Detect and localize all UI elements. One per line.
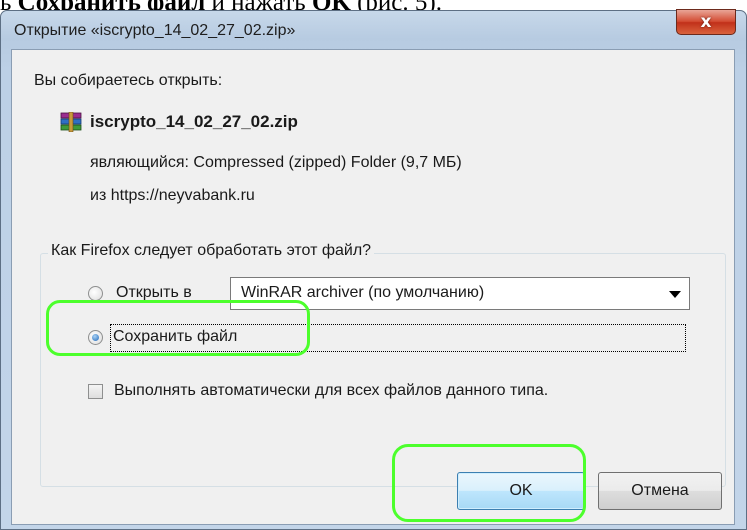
chevron-down-icon[interactable] [669,291,681,298]
window-title: Открытие «iscrypto_14_02_27_02.zip» [14,22,296,39]
intro-text: Вы собираетесь открыть: [34,72,223,89]
groupbox-label: Как Firefox следует обработать этот файл… [48,242,375,260]
save-option-highlight [46,300,310,356]
open-with-label-text: Открыть в [116,284,192,301]
dialog-body: Вы собираетесь открыть: iscrypto_14_02_2… [11,49,735,525]
cancel-button-label: Отмена [631,482,689,499]
winrar-archive-icon [60,112,82,132]
auto-open-checkbox[interactable] [88,384,103,399]
file-type-line: являющийся: Compressed (zipped) Folder (… [90,154,462,171]
open-with-radio[interactable] [88,286,103,301]
ok-button-highlight [392,444,586,522]
file-name: iscrypto_14_02_27_02.zip [90,112,298,131]
download-dialog-window: Открытие «iscrypto_14_02_27_02.zip» x Вы… [0,9,747,530]
cancel-button[interactable]: Отмена [598,472,722,510]
file-source-line: из https://neyvabank.ru [90,187,255,204]
close-button[interactable]: x [676,9,736,35]
auto-open-label[interactable]: Выполнять автоматически для всех файлов … [114,382,548,400]
close-icon: x [700,12,712,32]
title-bar[interactable]: Открытие «iscrypto_14_02_27_02.zip» x [1,9,746,51]
